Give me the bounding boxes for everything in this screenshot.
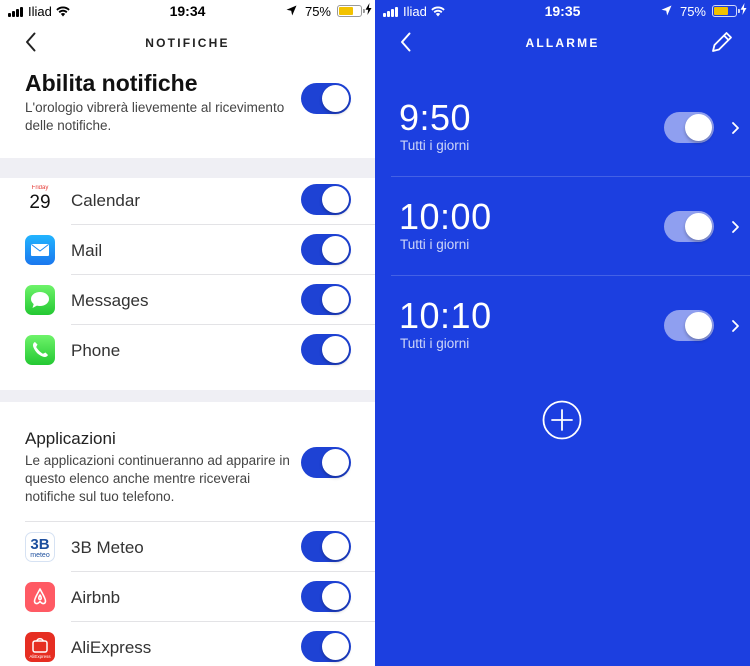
mail-icon — [25, 235, 55, 265]
list-item-airbnb: Airbnb — [0, 572, 375, 622]
3b-meteo-toggle[interactable] — [301, 531, 351, 562]
alarm-item[interactable]: 10:00 Tutti i giorni — [375, 177, 750, 276]
app-label: Mail — [71, 241, 103, 260]
status-bar: Iliad 19:35 75% — [375, 0, 750, 22]
edit-button[interactable] — [708, 28, 736, 56]
aliexpress-toggle[interactable] — [301, 631, 351, 662]
airbnb-icon — [25, 582, 55, 612]
chevron-right-icon — [731, 319, 741, 333]
enable-notifications-toggle[interactable] — [301, 83, 351, 114]
list-item-phone: Phone — [0, 325, 375, 375]
alarm-time: 10:10 — [399, 295, 492, 336]
alarm-item[interactable]: 10:10 Tutti i giorni — [375, 276, 750, 375]
status-bar: Iliad 19:34 75% — [0, 0, 375, 22]
page-title: NOTIFICHE — [145, 36, 230, 50]
battery-percent: 75% — [679, 4, 706, 19]
page-title: ALLARME — [525, 36, 600, 50]
chevron-right-icon — [731, 220, 741, 234]
app-label: Messages — [71, 291, 149, 310]
alarms-screen: Iliad 19:35 75% ALLARME 9:50 Tutti i gio… — [375, 0, 750, 666]
section-divider — [0, 390, 375, 402]
mail-toggle[interactable] — [301, 234, 351, 265]
alarm-repeat: Tutti i giorni — [400, 138, 470, 153]
phone-toggle[interactable] — [301, 334, 351, 365]
app-label: Phone — [71, 341, 121, 360]
alarm-time: 9:50 — [399, 97, 472, 138]
list-item-calendar: Friday 29 Calendar — [0, 175, 375, 225]
list-item-messages: Messages — [0, 275, 375, 325]
applications-toggle[interactable] — [301, 447, 351, 478]
battery-icon — [712, 5, 740, 17]
messages-icon — [25, 285, 55, 315]
messages-toggle[interactable] — [301, 284, 351, 315]
location-icon — [286, 4, 297, 19]
enable-notifications-section: Abilita notifiche L'orologio vibrerà lie… — [0, 62, 375, 158]
chevron-right-icon — [731, 121, 741, 135]
battery-icon — [337, 5, 365, 17]
app-label: Airbnb — [71, 588, 121, 607]
alarm-item[interactable]: 9:50 Tutti i giorni — [375, 78, 750, 177]
list-item-mail: Mail — [0, 225, 375, 275]
add-alarm-button[interactable] — [542, 400, 582, 440]
alarm-repeat: Tutti i giorni — [400, 336, 470, 351]
header: ALLARME — [375, 22, 750, 62]
location-icon — [661, 4, 672, 19]
applications-title: Applicazioni — [25, 429, 116, 448]
list-item-aliexpress: AliExpress AliExpress — [0, 622, 375, 666]
3b-meteo-icon: 3B meteo — [25, 532, 55, 562]
plus-circle-icon — [542, 400, 582, 440]
phone-icon — [25, 335, 55, 365]
calendar-icon: Friday 29 — [25, 185, 55, 215]
aliexpress-icon: AliExpress — [25, 632, 55, 662]
calendar-toggle[interactable] — [301, 184, 351, 215]
alarm-time: 10:00 — [399, 196, 492, 237]
charging-icon — [740, 3, 747, 18]
enable-notifications-description: L'orologio vibrerà lievemente al ricevim… — [25, 100, 285, 133]
notifications-screen: Iliad 19:34 75% NOTIFICHE Abilita notifi… — [0, 0, 375, 666]
app-label: AliExpress — [71, 638, 152, 657]
alarm-repeat: Tutti i giorni — [400, 237, 470, 252]
applications-description: Le applicazioni continueranno ad apparir… — [25, 453, 290, 504]
applications-section: Applicazioni Le applicazioni continueran… — [0, 402, 375, 522]
pencil-icon — [712, 32, 732, 52]
enable-notifications-title: Abilita notifiche — [25, 70, 198, 96]
battery-percent: 75% — [304, 4, 331, 19]
app-label: Calendar — [71, 191, 140, 210]
alarm-toggle[interactable] — [664, 211, 714, 242]
list-item-3b-meteo: 3B meteo 3B Meteo — [0, 522, 375, 572]
alarm-toggle[interactable] — [664, 310, 714, 341]
airbnb-toggle[interactable] — [301, 581, 351, 612]
charging-icon — [365, 3, 372, 18]
header: NOTIFICHE — [0, 22, 375, 62]
alarm-toggle[interactable] — [664, 112, 714, 143]
app-label: 3B Meteo — [71, 538, 144, 557]
